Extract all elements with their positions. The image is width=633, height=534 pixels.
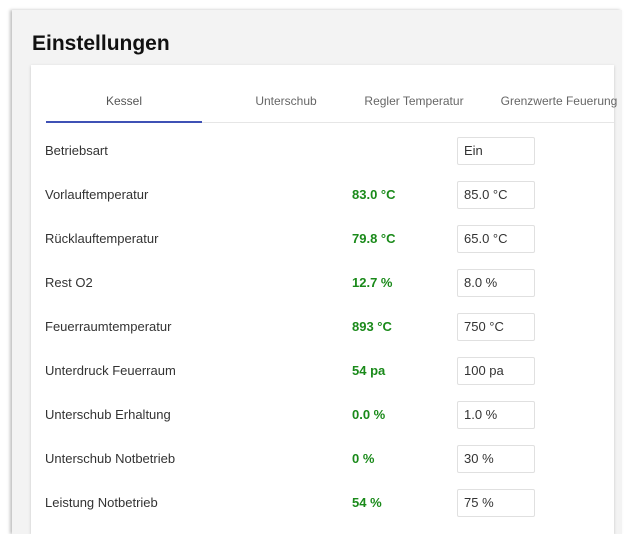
tab-label: Grenzwerte Feuerung: [500, 94, 618, 108]
row-label: Leistung Notbetrieb: [45, 495, 158, 510]
current-value: 0.0 %: [352, 407, 386, 422]
row-label: Feuerraumtemperatur: [45, 319, 172, 334]
setting-input[interactable]: 75 %: [457, 489, 535, 517]
current-value: 79.8 °C: [352, 231, 396, 246]
setting-input[interactable]: 65.0 °C: [457, 225, 535, 253]
setting-input[interactable]: 8.0 %: [457, 269, 535, 297]
current-value: 0 %: [352, 451, 375, 466]
current-value: 54 pa: [352, 363, 386, 378]
settings-row: Leistung Notbetrieb 54 % 75 %: [31, 481, 614, 525]
row-label: Betriebsart: [45, 143, 108, 158]
tab-label: Unterschub: [255, 94, 317, 108]
current-value: 893 °C: [352, 319, 392, 334]
tab-bar: Kessel Unterschub Regler Temperatur Gren…: [46, 65, 617, 123]
tab-unterschub[interactable]: Unterschub: [216, 65, 356, 122]
setting-input[interactable]: 750 °C: [457, 313, 535, 341]
active-tab-indicator: [46, 121, 202, 123]
tab-regler-temperatur[interactable]: Regler Temperatur: [349, 65, 479, 122]
setting-input[interactable]: 1.0 %: [457, 401, 535, 429]
row-label: Unterdruck Feuerraum: [45, 363, 176, 378]
setting-input[interactable]: 30 %: [457, 445, 535, 473]
settings-row: Unterschub Erhaltung 0.0 % 1.0 %: [31, 393, 614, 437]
tab-kessel[interactable]: Kessel: [46, 65, 202, 123]
tab-grenzwerte-feuerung[interactable]: Grenzwerte Feuerung: [489, 65, 629, 122]
row-label: Vorlauftemperatur: [45, 187, 149, 202]
tab-label: Kessel: [105, 94, 143, 108]
row-label: Unterschub Erhaltung: [45, 407, 171, 422]
settings-row: Feuerraumtemperatur 893 °C 750 °C: [31, 305, 614, 349]
settings-row: Unterschub Notbetrieb 0 % 30 %: [31, 437, 614, 481]
tab-label: Regler Temperatur: [364, 94, 464, 108]
settings-row: Vorlauftemperatur 83.0 °C 85.0 °C: [31, 173, 614, 217]
row-label: Unterschub Notbetrieb: [45, 451, 176, 466]
page-title: Einstellungen: [32, 32, 170, 55]
settings-row: Unterdruck Feuerraum 54 pa 100 pa: [31, 349, 614, 393]
setting-input[interactable]: 85.0 °C: [457, 181, 535, 209]
settings-list: Betriebsart Ein Vorlauftemperatur 83.0 °…: [31, 129, 614, 525]
settings-card: Kessel Unterschub Regler Temperatur Gren…: [31, 65, 617, 534]
current-value: 54 %: [352, 495, 382, 510]
setting-input[interactable]: Ein: [457, 137, 535, 165]
current-value: 12.7 %: [352, 275, 393, 290]
row-label: Rücklauftemperatur: [45, 231, 159, 246]
settings-row: Betriebsart Ein: [31, 129, 614, 173]
current-value: 83.0 °C: [352, 187, 396, 202]
row-label: Rest O2: [45, 275, 93, 290]
settings-row: Rest O2 12.7 % 8.0 %: [31, 261, 614, 305]
setting-input[interactable]: 100 pa: [457, 357, 535, 385]
settings-row: Rücklauftemperatur 79.8 °C 65.0 °C: [31, 217, 614, 261]
